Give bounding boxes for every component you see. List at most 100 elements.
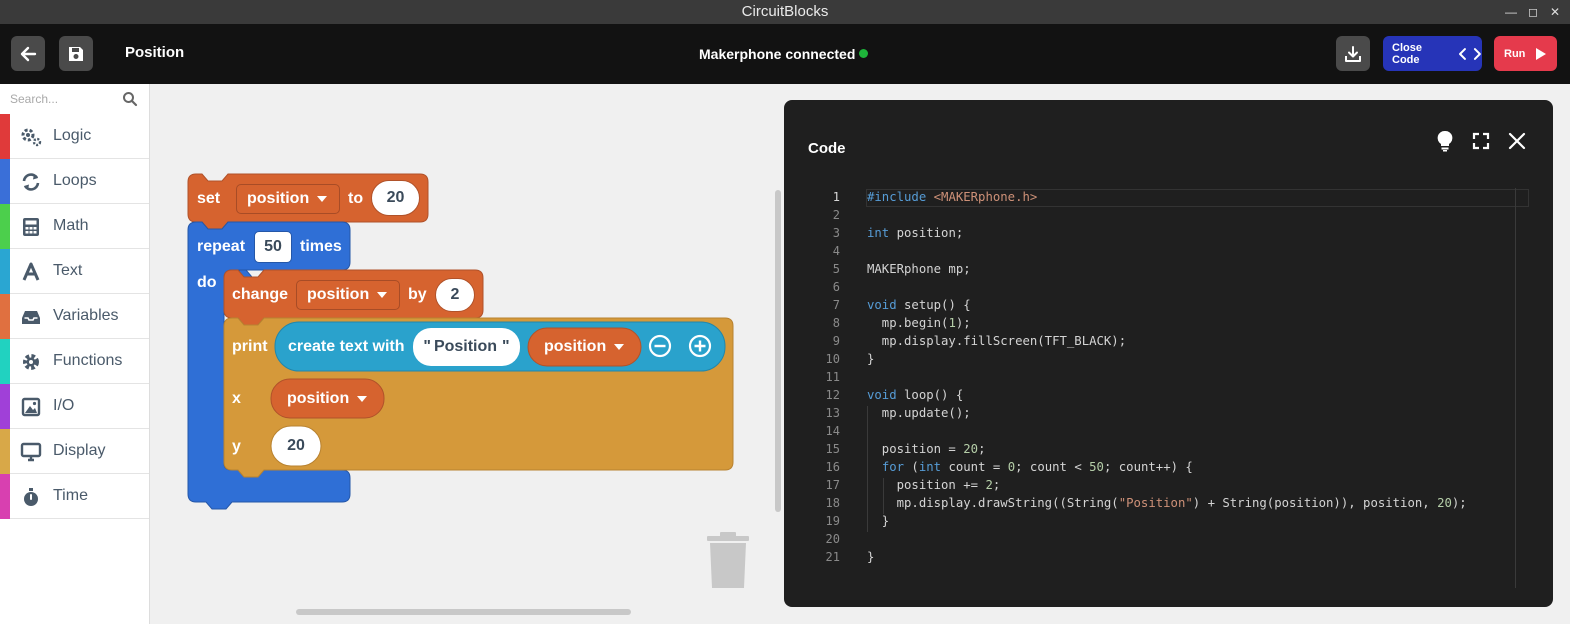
category-color-stripe <box>0 159 10 204</box>
category-color-stripe <box>0 384 10 429</box>
category-label: Functions <box>53 352 123 369</box>
category-variables[interactable]: Variables <box>0 294 149 339</box>
set-value-field[interactable]: 20 <box>371 180 420 216</box>
back-button[interactable] <box>11 36 45 71</box>
do-keyword: do <box>197 274 217 291</box>
gear-icon <box>23 354 39 370</box>
category-logic[interactable]: Logic <box>0 114 149 159</box>
inbox-icon <box>22 311 40 324</box>
category-label: Math <box>53 217 89 234</box>
category-text[interactable]: Text <box>0 249 149 294</box>
app-header: Position Makerphone connected Close Code… <box>0 24 1570 84</box>
y-value-field[interactable]: 20 <box>272 428 320 464</box>
create-text-keyword: create text with <box>288 338 405 355</box>
dropdown-label: position <box>544 338 607 355</box>
code-line: MAKERphone mp; <box>867 262 971 276</box>
chevron-down-icon <box>377 292 388 298</box>
text-a-icon <box>22 262 40 281</box>
lightbulb-icon[interactable] <box>1436 130 1454 152</box>
category-label: Logic <box>53 127 92 144</box>
monitor-icon <box>20 442 42 462</box>
code-line: mp.update(); <box>867 406 971 420</box>
repeat-keyword: repeat <box>197 238 246 255</box>
line-number: 5 <box>832 262 840 276</box>
save-button[interactable] <box>59 36 93 71</box>
window-titlebar: CircuitBlocks — ◻ ✕ <box>0 0 1570 24</box>
code-line: for (int count = 0; count < 50; count++)… <box>881 460 1193 474</box>
loop-arrows-icon <box>22 173 40 191</box>
code-line: position = 20; <box>867 442 986 456</box>
line-number: 16 <box>825 460 840 474</box>
category-loops[interactable]: Loops <box>0 159 149 204</box>
line-number: 20 <box>825 532 840 546</box>
code-line: void loop() { <box>867 388 964 402</box>
add-input-button[interactable] <box>690 336 710 356</box>
code-line: position += 2; <box>867 478 1001 492</box>
maximize-icon[interactable]: ◻ <box>1522 0 1544 24</box>
change-value-field[interactable]: 2 <box>435 278 475 312</box>
times-keyword: times <box>300 238 342 255</box>
code-editor[interactable]: 1 #include <MAKERphone.h> 2 3 int position; 4… <box>804 188 1529 590</box>
line-number: 13 <box>825 406 840 420</box>
project-title: Position <box>125 44 185 61</box>
create-text-variable-dropdown[interactable]: position <box>544 338 625 356</box>
window-title: CircuitBlocks <box>741 3 829 20</box>
gears-icon <box>21 128 42 147</box>
download-button[interactable] <box>1336 36 1370 71</box>
text-literal-field[interactable]: " Position " <box>413 328 520 366</box>
category-color-stripe <box>0 474 10 519</box>
workspace-vertical-scrollbar[interactable] <box>775 190 781 512</box>
close-window-icon[interactable]: ✕ <box>1544 0 1566 24</box>
repeat-count-field[interactable]: 50 <box>254 231 292 263</box>
line-number: 7 <box>832 298 840 312</box>
close-icon[interactable] <box>1508 132 1526 150</box>
category-color-stripe <box>0 339 10 384</box>
chevron-down-icon <box>614 344 625 350</box>
text-literal-value: Position <box>433 338 498 355</box>
code-brackets-icon <box>1459 47 1482 60</box>
minimize-icon[interactable]: — <box>1500 0 1522 24</box>
category-label: Display <box>53 442 106 459</box>
line-number: 11 <box>825 370 840 384</box>
code-line: } <box>867 514 890 528</box>
close-code-button[interactable]: Close Code <box>1383 36 1482 71</box>
dropdown-label: position <box>307 286 370 303</box>
code-line: } <box>867 352 875 366</box>
category-color-stripe <box>0 204 10 249</box>
set-variable-dropdown[interactable]: position <box>236 184 340 214</box>
line-number: 2 <box>832 208 840 222</box>
code-line: mp.display.fillScreen(TFT_BLACK); <box>867 334 1127 348</box>
line-number: 12 <box>825 388 840 402</box>
change-variable-dropdown[interactable]: position <box>296 280 400 310</box>
connection-indicator <box>859 49 868 58</box>
category-color-stripe <box>0 114 10 159</box>
category-color-stripe <box>0 294 10 339</box>
line-number: 1 <box>832 190 840 204</box>
search-input[interactable] <box>10 90 115 108</box>
code-line: mp.begin(1); <box>867 316 971 330</box>
open-quote: " <box>423 338 431 355</box>
line-number: 18 <box>825 496 840 510</box>
remove-input-button[interactable] <box>650 336 670 356</box>
arrow-left-icon <box>20 46 37 61</box>
set-keyword: set <box>197 190 221 207</box>
search-icon[interactable] <box>122 91 138 107</box>
category-math[interactable]: Math <box>0 204 149 249</box>
fullscreen-icon[interactable] <box>1472 132 1490 150</box>
category-functions[interactable]: Functions <box>0 339 149 384</box>
category-label: Loops <box>53 172 97 189</box>
code-line: void setup() { <box>867 298 971 312</box>
run-button[interactable]: Run <box>1494 36 1557 71</box>
category-label: I/O <box>53 397 75 414</box>
line-number: 14 <box>825 424 840 438</box>
x-label: x <box>232 390 241 407</box>
category-display[interactable]: Display <box>0 429 149 474</box>
run-label: Run <box>1504 47 1526 60</box>
x-variable-dropdown[interactable]: position <box>287 390 368 408</box>
workspace-horizontal-scrollbar[interactable] <box>296 609 631 615</box>
category-time[interactable]: Time <box>0 474 149 519</box>
toolbox-search <box>0 84 149 114</box>
category-io[interactable]: I/O <box>0 384 149 429</box>
category-label: Text <box>53 262 83 279</box>
line-number: 8 <box>832 316 840 330</box>
